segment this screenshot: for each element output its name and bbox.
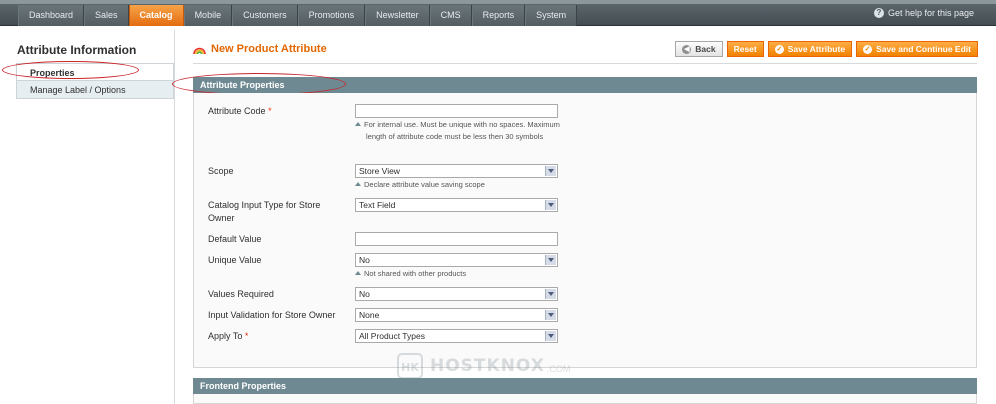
- required-mark: *: [244, 331, 249, 341]
- nav-catalog[interactable]: Catalog: [128, 5, 184, 26]
- back-arrow-icon: ◀: [682, 44, 692, 54]
- top-navigation-bar: Dashboard Sales Catalog Mobile Customers…: [0, 0, 996, 26]
- note-arrow-icon: [355, 182, 361, 186]
- sidebar-tab-manage-label-options[interactable]: Manage Label / Options: [16, 81, 174, 99]
- nav-cms[interactable]: CMS: [429, 5, 472, 26]
- page-title-text: New Product Attribute: [211, 43, 327, 55]
- attribute-properties-header[interactable]: Attribute Properties: [193, 77, 977, 93]
- nav-reports[interactable]: Reports: [471, 5, 526, 26]
- watermark-logo-icon: HK: [397, 353, 423, 379]
- required-mark: *: [268, 106, 272, 116]
- chevron-down-icon: [548, 203, 554, 207]
- unique-value-note-text: Not shared with other products: [364, 269, 467, 278]
- scope-note: Declare attribute value saving scope: [355, 179, 595, 191]
- sidebar-title: Attribute Information: [17, 43, 137, 57]
- default-value-input[interactable]: [355, 232, 558, 246]
- watermark-suffix: .COM: [546, 364, 571, 374]
- scope-note-text: Declare attribute value saving scope: [364, 180, 485, 189]
- apply-to-label: Apply To *: [208, 330, 338, 343]
- topbar-edge: [0, 0, 996, 4]
- help-link[interactable]: ? Get help for this page: [873, 8, 974, 18]
- back-button-label: Back: [695, 44, 716, 54]
- watermark: HK HOSTKNOX .COM: [396, 352, 570, 380]
- chevron-down-icon: [548, 258, 554, 262]
- input-validation-select[interactable]: None: [355, 308, 558, 322]
- attribute-properties-fieldset: [193, 93, 977, 368]
- scope-label: Scope: [208, 166, 234, 176]
- save-continue-check-icon: ✓: [863, 44, 873, 54]
- frontend-properties-header[interactable]: Frontend Properties: [193, 378, 977, 394]
- nav-system[interactable]: System: [525, 5, 578, 26]
- nav-dashboard[interactable]: Dashboard: [18, 5, 85, 26]
- back-button[interactable]: ◀ Back: [675, 41, 723, 57]
- chevron-down-icon: [548, 169, 554, 173]
- apply-to-label-text: Apply To: [208, 331, 243, 341]
- attribute-code-label-text: Attribute Code: [208, 106, 266, 116]
- chevron-down-icon: [548, 334, 554, 338]
- nav-promotions[interactable]: Promotions: [297, 5, 366, 26]
- input-validation-label: Input Validation for Store Owner: [208, 310, 336, 320]
- input-type-label: Catalog Input Type for Store Owner: [208, 200, 321, 223]
- rainbow-icon: [193, 47, 206, 54]
- values-required-label: Values Required: [208, 289, 274, 299]
- attribute-code-input[interactable]: [355, 104, 558, 118]
- attribute-code-label: Attribute Code *: [208, 105, 338, 118]
- values-required-select[interactable]: No: [355, 287, 558, 301]
- scope-select[interactable]: Store View: [355, 164, 558, 178]
- chevron-down-icon: [548, 292, 554, 296]
- page-title: New Product Attribute: [193, 43, 327, 55]
- attribute-code-note-text: For internal use. Must be unique with no…: [364, 120, 560, 141]
- frontend-properties-fieldset: [193, 394, 977, 404]
- save-continue-button[interactable]: ✓ Save and Continue Edit: [856, 41, 978, 57]
- watermark-text: HOSTKNOX: [430, 356, 545, 376]
- nav-sales[interactable]: Sales: [84, 5, 129, 26]
- unique-value-label: Unique Value: [208, 255, 262, 265]
- sidebar-tab-properties[interactable]: Properties: [16, 63, 174, 81]
- unique-value-note: Not shared with other products: [355, 268, 595, 280]
- unique-value-select-value: No: [359, 255, 370, 265]
- save-check-icon: ✓: [774, 44, 784, 54]
- sidebar-tabs: Properties Manage Label / Options: [16, 63, 174, 99]
- chevron-down-icon: [548, 313, 554, 317]
- default-value-label: Default Value: [208, 234, 262, 244]
- scope-select-value: Store View: [359, 166, 400, 176]
- note-arrow-icon: [355, 122, 361, 126]
- svg-text:HK: HK: [401, 361, 419, 374]
- input-type-select-value: Text Field: [359, 200, 396, 210]
- input-type-select[interactable]: Text Field: [355, 198, 558, 212]
- help-icon: ?: [873, 8, 884, 18]
- attribute-code-note: For internal use. Must be unique with no…: [355, 119, 580, 143]
- nav-newsletter[interactable]: Newsletter: [365, 5, 430, 26]
- main-menu: Dashboard Sales Catalog Mobile Customers…: [18, 5, 578, 26]
- sidebar-divider: [174, 30, 175, 404]
- header-divider: [193, 63, 977, 64]
- nav-mobile[interactable]: Mobile: [183, 5, 233, 26]
- values-required-select-value: No: [359, 289, 370, 299]
- apply-to-select-value: All Product Types: [359, 331, 425, 341]
- form-buttons: ◀ Back Reset ✓ Save Attribute ✓ Save and…: [675, 41, 978, 57]
- input-validation-select-value: None: [359, 310, 380, 320]
- reset-button-label: Reset: [733, 44, 757, 54]
- unique-value-select[interactable]: No: [355, 253, 558, 267]
- help-label: Get help for this page: [887, 8, 974, 18]
- save-continue-label: Save and Continue Edit: [876, 44, 971, 54]
- save-attribute-button[interactable]: ✓ Save Attribute: [767, 41, 853, 57]
- reset-button[interactable]: Reset: [726, 41, 764, 57]
- note-arrow-icon: [355, 271, 361, 275]
- nav-customers[interactable]: Customers: [232, 5, 298, 26]
- save-attribute-label: Save Attribute: [787, 44, 846, 54]
- apply-to-select[interactable]: All Product Types: [355, 329, 558, 343]
